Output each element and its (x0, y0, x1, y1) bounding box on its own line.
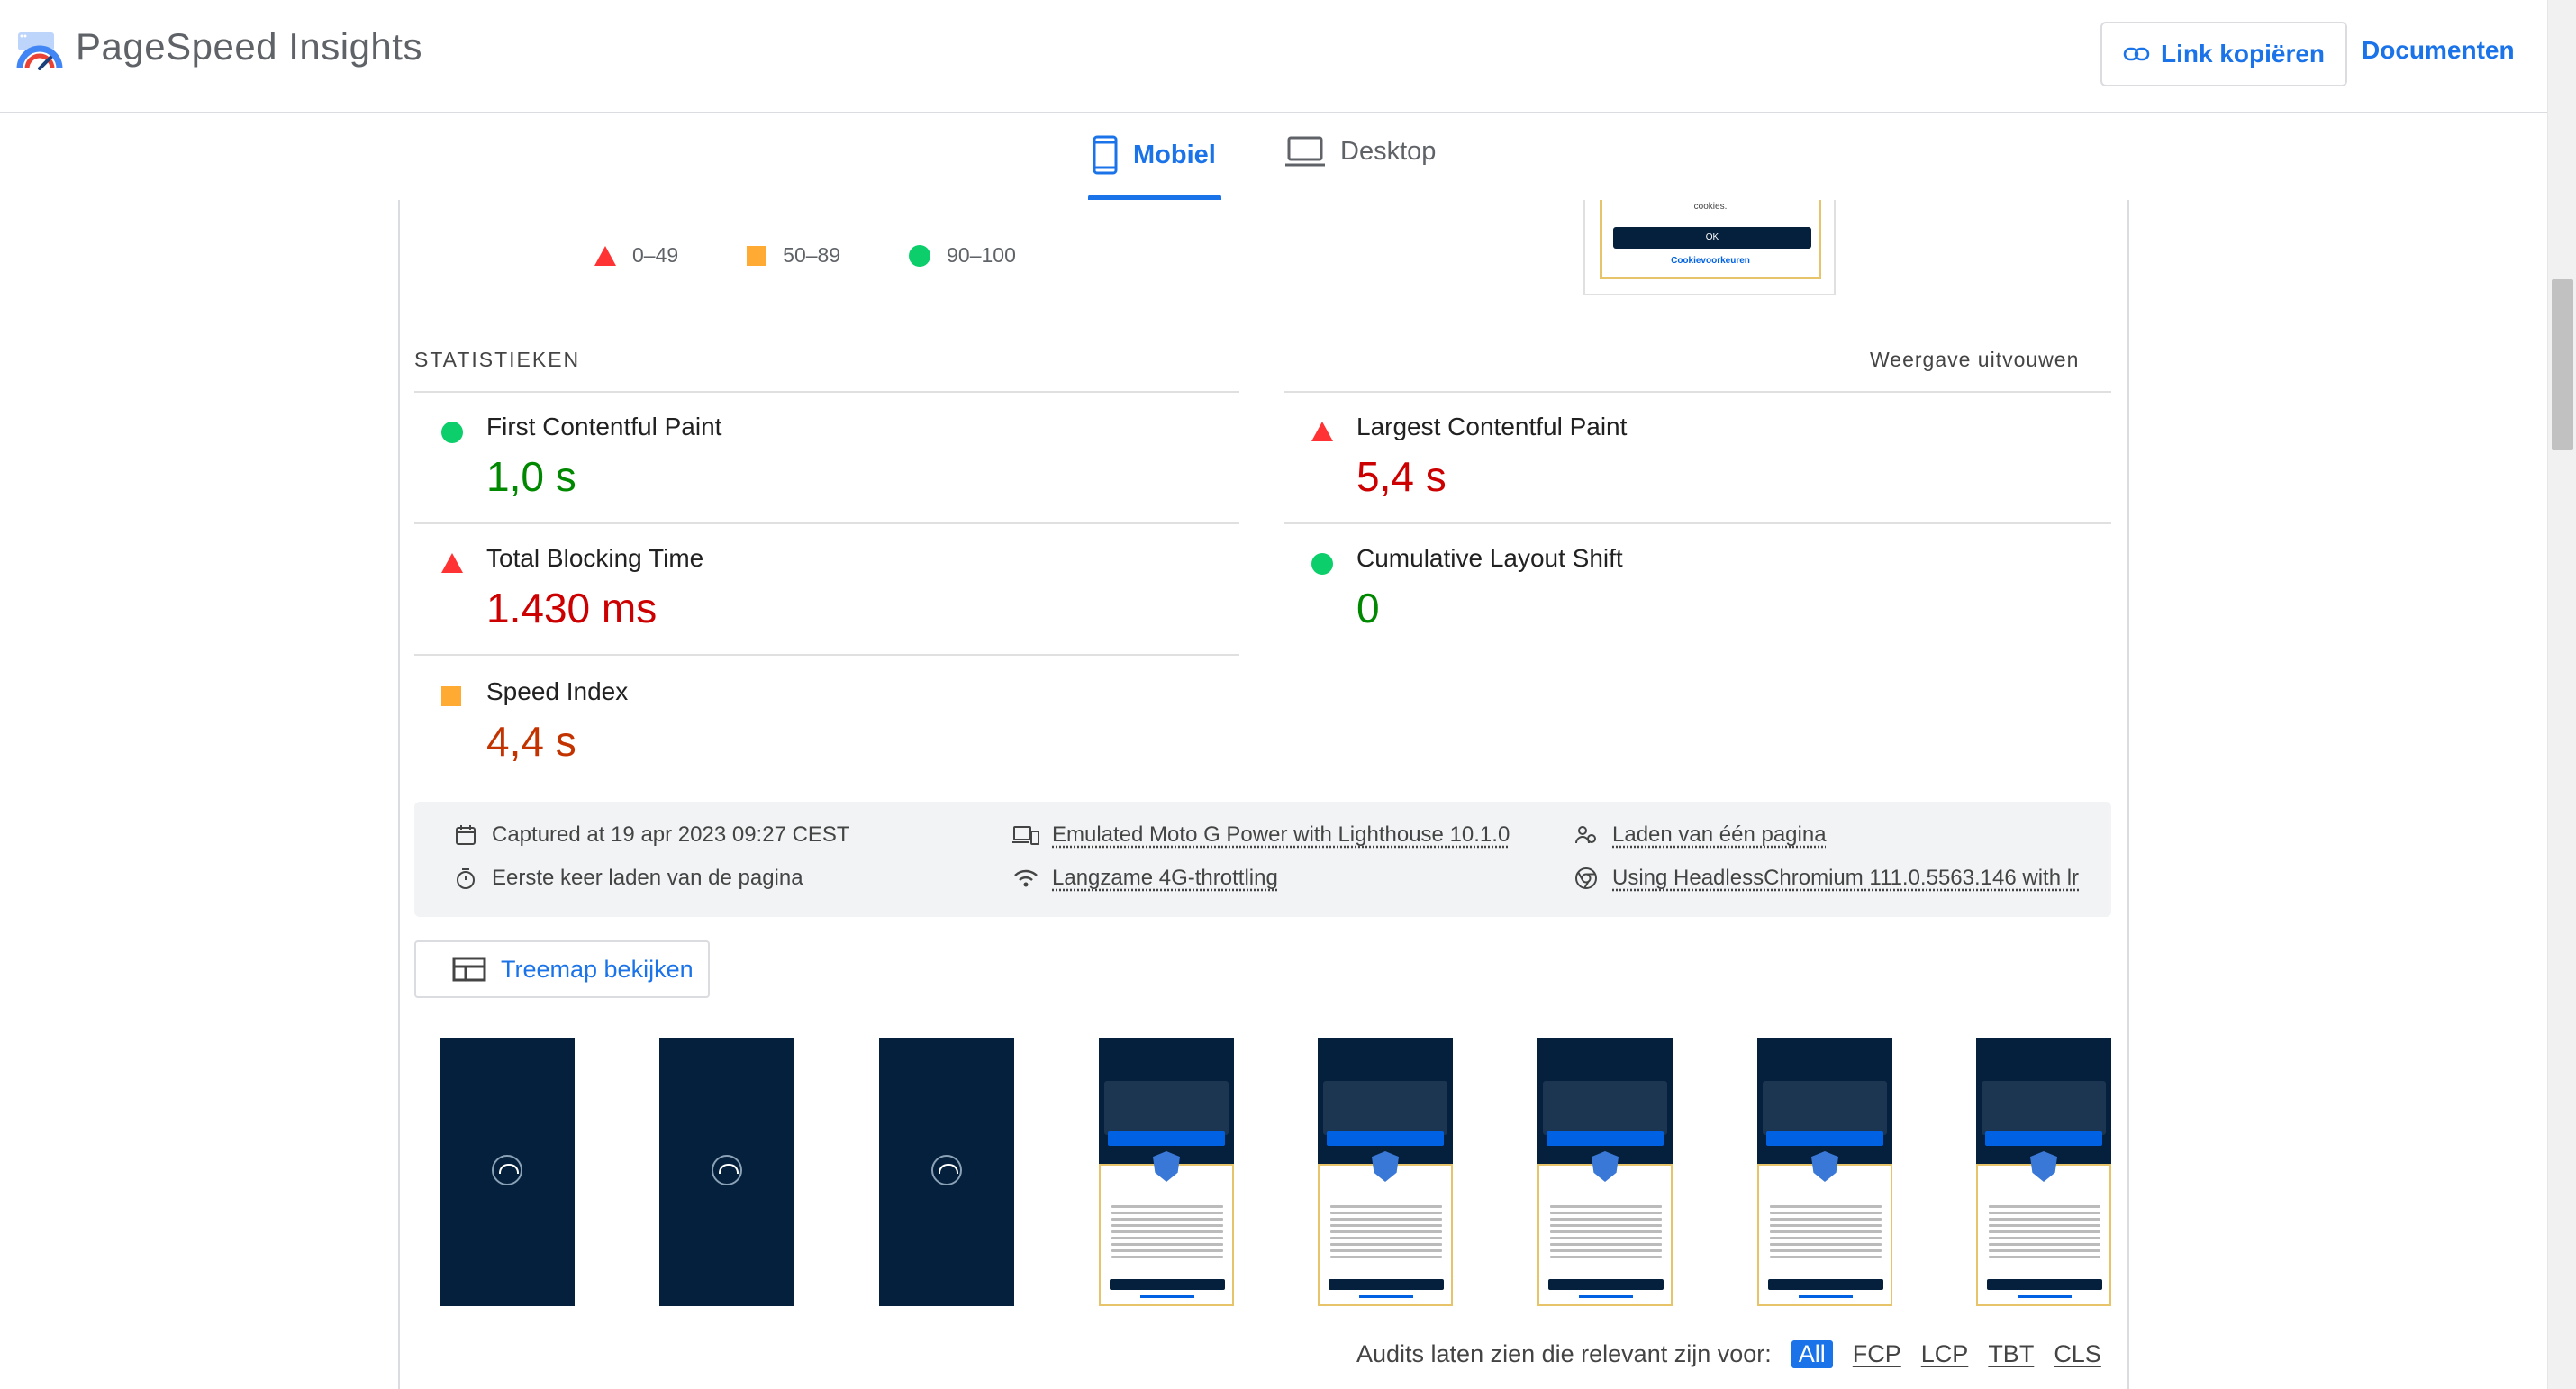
preview-text: cookies. (1693, 202, 1728, 212)
metric-name: Total Blocking Time (486, 544, 704, 572)
captured-text: Captured at 19 apr 2023 09:27 CEST (492, 822, 850, 847)
filter-cls[interactable]: CLS (2054, 1340, 2101, 1368)
stats-heading: STATISTIEKEN (414, 348, 581, 371)
metric-value: 1.430 ms (486, 585, 658, 631)
device-tabs: Mobiel Desktop (0, 115, 2547, 200)
captured-info: Captured at 19 apr 2023 09:27 CEST (452, 822, 850, 849)
browser-info[interactable]: Using HeadlessChromium 111.0.5563.146 wi… (1573, 865, 2079, 892)
metric-name: Cumulative Layout Shift (1356, 544, 1623, 572)
filter-all[interactable]: All (1791, 1340, 1833, 1368)
metric-tbt: Total Blocking Time 1.430 ms (414, 544, 1239, 652)
filmstrip-frame-loaded (1976, 1038, 2111, 1306)
person-icon (1573, 822, 1600, 849)
smartphone-icon (1093, 135, 1118, 175)
filmstrip-frame-loaded (1318, 1038, 1453, 1306)
throttling-text: Langzame 4G-throttling (1052, 866, 1278, 890)
legend-item-fail: 0–49 (594, 243, 678, 268)
tab-mobile[interactable]: Mobiel (1092, 135, 1216, 175)
divider (414, 522, 1239, 524)
expand-view-toggle[interactable]: Weergave uitvouwen (1870, 348, 2079, 372)
audit-filter-label: Audits laten zien die relevant zijn voor… (1356, 1340, 1772, 1367)
laptop-icon (1285, 136, 1325, 167)
legend-range: 50–89 (783, 243, 841, 267)
filmstrip-frame-loading (440, 1038, 575, 1306)
tab-mobile-label: Mobiel (1133, 140, 1216, 169)
divider (1284, 522, 2111, 524)
metric-value: 4,4 s (486, 718, 576, 765)
legend-range: 90–100 (947, 243, 1016, 267)
treemap-label: Treemap bekijken (501, 955, 694, 983)
metric-lcp: Largest Contentful Paint 5,4 s (1284, 413, 2111, 521)
red-triangle-icon (1311, 422, 1333, 441)
green-circle-icon (909, 244, 931, 267)
orange-square-icon (747, 245, 767, 266)
legend-item-average: 50–89 (747, 243, 840, 268)
filter-tbt[interactable]: TBT (1988, 1340, 2034, 1368)
legend-range: 0–49 (632, 243, 679, 267)
page-scrollbar[interactable] (2547, 0, 2576, 1389)
throttling-info[interactable]: Langzame 4G-throttling (1012, 865, 1278, 892)
first-load-info: Eerste keer laden van de pagina (452, 865, 803, 892)
green-circle-icon (1311, 553, 1333, 575)
chrome-icon (1573, 865, 1600, 892)
metric-fcp: First Contentful Paint 1,0 s (414, 413, 1239, 521)
score-legend: 0–49 50–89 90–100 (594, 243, 1084, 268)
run-info-box: Captured at 19 apr 2023 09:27 CEST Eerst… (414, 802, 2111, 917)
copy-link-button[interactable]: Link kopiëren (2100, 22, 2347, 86)
link-icon (2123, 47, 2150, 61)
metric-name: Speed Index (486, 677, 629, 705)
loading-spinner-icon (931, 1155, 962, 1185)
loading-spinner-icon (492, 1155, 522, 1185)
loading-spinner-icon (712, 1155, 742, 1185)
metric-name: Largest Contentful Paint (1356, 413, 1628, 440)
tab-desktop[interactable]: Desktop (1284, 135, 1436, 168)
copy-link-label: Link kopiëren (2160, 40, 2326, 68)
calendar-icon (452, 822, 479, 849)
browser-text: Using HeadlessChromium 111.0.5563.146 wi… (1612, 866, 2080, 890)
divider (414, 391, 1239, 393)
tab-desktop-label: Desktop (1340, 136, 1437, 166)
filter-lcp[interactable]: LCP (1921, 1340, 1969, 1368)
metric-cls: Cumulative Layout Shift 0 (1284, 544, 2111, 652)
documents-link[interactable]: Documenten (2362, 36, 2515, 65)
page-load-text: Laden van één pagina (1612, 822, 1827, 847)
red-triangle-icon (441, 553, 463, 573)
divider (414, 654, 1239, 656)
green-circle-icon (441, 422, 463, 443)
red-triangle-icon (594, 245, 616, 266)
treemap-icon (452, 957, 486, 982)
first-load-text: Eerste keer laden van de pagina (492, 866, 803, 890)
page-load-info[interactable]: Laden van één pagina (1573, 822, 1827, 849)
device-text: Emulated Moto G Power with Lighthouse 10… (1052, 822, 1510, 847)
devices-icon (1012, 822, 1039, 849)
filmstrip-frame-loaded (1099, 1038, 1234, 1306)
metric-speed-index: Speed Index 4,4 s (414, 677, 1239, 785)
legend-item-pass: 90–100 (909, 243, 1016, 268)
audit-filter-bar: Audits laten zien die relevant zijn voor… (1356, 1340, 2101, 1368)
metric-value: 5,4 s (1356, 453, 1447, 500)
signal-wifi-icon (1012, 865, 1039, 892)
filmstrip-frame-loaded (1757, 1038, 1892, 1306)
metric-value: 0 (1356, 585, 1380, 631)
pagespeed-logo-icon[interactable] (14, 27, 65, 77)
orange-square-icon (441, 686, 461, 706)
divider (1284, 391, 2111, 393)
metric-name: First Contentful Paint (486, 413, 722, 440)
filmstrip-frame-loading (659, 1038, 794, 1306)
device-info[interactable]: Emulated Moto G Power with Lighthouse 10… (1012, 822, 1510, 849)
final-screenshot[interactable]: cookies. OK Cookievoorkeuren (1583, 200, 1836, 295)
scrollbar-thumb[interactable] (2552, 279, 2573, 450)
filmstrip-frame-loading (879, 1038, 1014, 1306)
filter-fcp[interactable]: FCP (1853, 1340, 1901, 1368)
cookie-dialog-preview: cookies. OK Cookievoorkeuren (1600, 200, 1821, 279)
preview-ok-button: OK (1613, 227, 1811, 249)
timer-icon (452, 865, 479, 892)
treemap-button[interactable]: Treemap bekijken (414, 940, 710, 998)
filmstrip-frame-loaded (1537, 1038, 1673, 1306)
preview-preferences-link: Cookievoorkeuren (1671, 256, 1750, 266)
app-title: PageSpeed Insights (76, 25, 422, 68)
metric-value: 1,0 s (486, 453, 576, 500)
top-app-bar: PageSpeed Insights Link kopiëren Documen… (0, 0, 2547, 113)
